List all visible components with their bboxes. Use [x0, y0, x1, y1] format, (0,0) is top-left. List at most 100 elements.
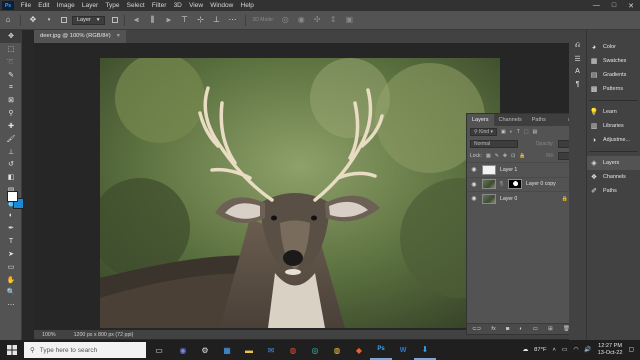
layer-row[interactable]: ◉ Layer 1: [467, 162, 575, 177]
more-tools-icon[interactable]: ⋯: [0, 299, 22, 312]
layer-row[interactable]: ◉ Layer 0 🔒: [467, 191, 575, 206]
tab-layers[interactable]: Layers: [467, 114, 494, 126]
notifications-icon[interactable]: ▢: [629, 347, 634, 353]
pen-icon[interactable]: ✒: [0, 222, 22, 235]
home-icon[interactable]: ⌂: [3, 15, 13, 25]
panel-paths[interactable]: ✐ Paths: [587, 184, 640, 198]
deer-photo[interactable]: [100, 58, 500, 328]
network-icon[interactable]: ▭: [562, 347, 567, 353]
path-select-icon[interactable]: ➤: [0, 248, 22, 261]
eye-icon[interactable]: ◉: [470, 166, 478, 173]
document-info[interactable]: 1200 px x 800 px (72 ppi): [74, 332, 134, 338]
auto-select-dropdown[interactable]: Layer ▾: [72, 15, 105, 25]
weather-temp[interactable]: 87°F: [534, 347, 546, 353]
history-panel-icon[interactable]: ⎌: [569, 40, 586, 53]
dodge-icon[interactable]: ◐: [0, 209, 22, 222]
layer-mask-thumbnail[interactable]: [508, 179, 522, 190]
menu-image[interactable]: Image: [53, 2, 78, 9]
crop-icon[interactable]: ⌗: [0, 81, 22, 94]
document-tab[interactable]: deer.jpg @ 100% (RGB/8#) ×: [34, 30, 127, 43]
filter-shape-icon[interactable]: ⬚: [524, 129, 529, 135]
eraser-icon[interactable]: ◧: [0, 171, 22, 184]
photoshop-taskbar-icon[interactable]: Ps: [370, 340, 392, 360]
align-middle-icon[interactable]: ⊹: [196, 15, 206, 25]
align-left-icon[interactable]: ⫷: [132, 15, 142, 25]
file-explorer-icon[interactable]: ▬: [238, 340, 260, 360]
more-options-icon[interactable]: ⋯: [228, 15, 238, 25]
link-icon[interactable]: §: [500, 181, 504, 187]
eye-icon[interactable]: ◉: [470, 181, 478, 188]
add-mask-icon[interactable]: ◙: [506, 326, 509, 332]
filter-smart-icon[interactable]: ▤: [533, 129, 538, 135]
eye-icon[interactable]: ◉: [470, 195, 478, 202]
healing-icon[interactable]: ✚: [0, 120, 22, 133]
panel-adjustments[interactable]: ◑ Adjustme...: [587, 133, 640, 147]
panel-color[interactable]: ◕ Color: [587, 40, 640, 54]
tab-paths[interactable]: Paths: [527, 114, 551, 126]
windows-start-button[interactable]: [0, 340, 24, 360]
zoom-level[interactable]: 100%: [42, 332, 56, 338]
auto-select-checkbox[interactable]: [61, 17, 67, 23]
close-tab-icon[interactable]: ×: [117, 30, 120, 43]
stamp-icon[interactable]: ⊥: [0, 145, 22, 158]
align-right-icon[interactable]: ⫸: [164, 15, 174, 25]
filter-type-icon[interactable]: T: [517, 129, 520, 135]
volume-icon[interactable]: 🔊: [584, 347, 591, 353]
store-icon[interactable]: ▦: [216, 340, 238, 360]
menu-type[interactable]: Type: [102, 2, 123, 9]
menu-help[interactable]: Help: [237, 2, 258, 9]
panel-libraries[interactable]: ▥ Libraries: [587, 119, 640, 133]
panel-layers[interactable]: ◈ Layers: [587, 156, 640, 170]
type-icon[interactable]: T: [0, 235, 22, 248]
tray-chevron-icon[interactable]: ˄: [552, 347, 555, 353]
lock-artboard-icon[interactable]: ⊡: [511, 153, 515, 159]
wifi-icon[interactable]: ◠: [573, 347, 578, 353]
brush-icon[interactable]: 🖌: [0, 132, 22, 145]
menu-filter[interactable]: Filter: [148, 2, 170, 9]
quick-select-icon[interactable]: ✎: [0, 68, 22, 81]
settings-gear-icon[interactable]: ⚙: [194, 340, 216, 360]
layer-row[interactable]: ◉ § Layer 0 copy: [467, 176, 575, 192]
move-tool-icon[interactable]: ✥: [28, 15, 38, 25]
layer-name[interactable]: Layer 0 copy: [526, 181, 556, 187]
layer-name[interactable]: Layer 1: [500, 167, 517, 173]
chrome-profile-icon[interactable]: ◍: [326, 340, 348, 360]
history-brush-icon[interactable]: ↺: [0, 158, 22, 171]
lasso-icon[interactable]: ➰: [0, 56, 22, 69]
paragraph-panel-icon[interactable]: ¶: [569, 78, 586, 91]
mail-icon[interactable]: ✉: [260, 340, 282, 360]
word-icon[interactable]: W: [392, 340, 414, 360]
hand-icon[interactable]: ✋: [0, 273, 22, 286]
lock-transparent-icon[interactable]: ▦: [486, 153, 491, 159]
panel-patterns[interactable]: ▩ Patterns: [587, 82, 640, 96]
align-bottom-icon[interactable]: ⊥: [212, 15, 222, 25]
marquee-icon[interactable]: ⬚: [0, 43, 22, 56]
character-panel-icon[interactable]: A: [569, 66, 586, 79]
lock-image-icon[interactable]: ✎: [495, 153, 499, 159]
blend-mode-dropdown[interactable]: Normal: [470, 140, 518, 148]
menu-file[interactable]: File: [17, 2, 35, 9]
task-view-icon[interactable]: ▭: [146, 340, 172, 360]
menu-layer[interactable]: Layer: [78, 2, 101, 9]
close-button[interactable]: ✕: [628, 2, 634, 10]
brave-icon[interactable]: ◆: [348, 340, 370, 360]
menu-3d[interactable]: 3D: [170, 2, 186, 9]
new-group-icon[interactable]: ▭: [533, 326, 538, 332]
teams-icon[interactable]: ◉: [172, 340, 194, 360]
show-transform-checkbox[interactable]: [111, 17, 118, 23]
filter-adjustment-icon[interactable]: ◐: [510, 129, 513, 135]
link-layers-icon[interactable]: ⊂⊃: [472, 326, 481, 332]
filter-kind-dropdown[interactable]: ⚲ Kind ▾: [470, 128, 497, 136]
lock-position-icon[interactable]: ✥: [503, 153, 507, 159]
properties-panel-icon[interactable]: ☰: [569, 53, 586, 66]
panel-gradients[interactable]: ▤ Gradients: [587, 68, 640, 82]
layer-name[interactable]: Layer 0: [500, 196, 517, 202]
tab-channels[interactable]: Channels: [494, 114, 527, 126]
menu-edit[interactable]: Edit: [35, 2, 53, 9]
move-icon[interactable]: ✥: [0, 30, 22, 43]
foreground-color-swatch[interactable]: [7, 191, 18, 202]
taskbar-search-box[interactable]: ⚲ Type here to search: [24, 342, 146, 358]
zoom-icon[interactable]: 🔍: [0, 286, 22, 299]
filter-pixel-icon[interactable]: ▣: [501, 129, 506, 135]
rectangle-icon[interactable]: ▭: [0, 260, 22, 273]
